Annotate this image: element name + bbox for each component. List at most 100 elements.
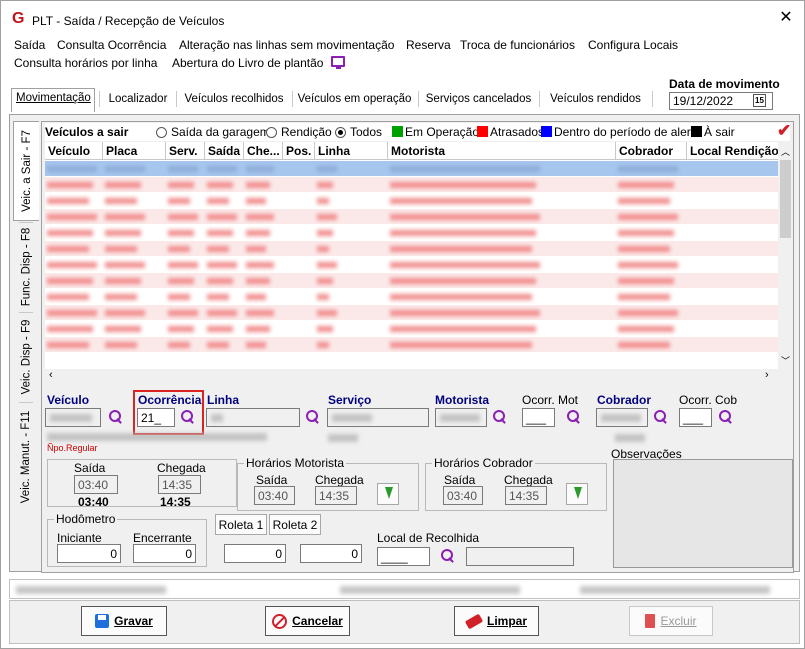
radio-saida-garagem[interactable] (156, 127, 167, 138)
vehicles-grid[interactable]: Veículo Placa Serv. Saída Che... Pos. Li… (45, 142, 778, 369)
col-placa[interactable]: Placa (103, 142, 166, 160)
col-saida[interactable]: Saída (205, 142, 244, 160)
vehicle-info-blurred (47, 433, 267, 441)
saida-field[interactable]: 03:40 (74, 475, 118, 494)
close-icon[interactable]: ✕ (773, 7, 799, 29)
ocorr-mot-search-icon[interactable] (567, 410, 581, 424)
scroll-thumb[interactable] (780, 160, 791, 238)
scroll-up-icon[interactable]: ︿ (781, 145, 790, 158)
scroll-right-icon[interactable]: › (765, 369, 769, 381)
tab-veiculos-rendidos[interactable]: Veículos rendidos (545, 90, 646, 105)
col-linha[interactable]: Linha (315, 142, 388, 160)
cobrador-search-icon[interactable] (654, 410, 668, 424)
table-row[interactable] (45, 321, 778, 336)
tab-servicos-cancelados[interactable]: Serviços cancelados (423, 90, 534, 105)
scroll-down-icon[interactable]: ﹀ (781, 354, 790, 367)
side-tab-veic-disp[interactable]: Veic. Disp - F9 (13, 313, 39, 401)
hm-download-icon[interactable] (377, 483, 399, 505)
col-veiculo[interactable]: Veículo (45, 142, 103, 160)
observacoes-field[interactable] (613, 459, 793, 568)
col-pos[interactable]: Pos. (283, 142, 315, 160)
servico-field[interactable] (327, 408, 429, 427)
legend-atrasados: Atrasados (490, 125, 545, 139)
menu-consulta-horarios[interactable]: Consulta horários por linha (14, 56, 157, 70)
roleta-1-tab[interactable]: Roleta 1 (215, 514, 267, 535)
radio-todos[interactable] (335, 127, 346, 138)
side-tab-veic-manut[interactable]: Veic. Manut. - F11 (13, 403, 39, 511)
menu-consulta-ocorrencia[interactable]: Consulta Ocorrência (57, 38, 166, 52)
table-row[interactable] (45, 289, 778, 304)
menu-alteracao-linhas[interactable]: Alteração nas linhas sem movimentação (179, 38, 394, 52)
monitor-icon[interactable] (331, 56, 345, 69)
col-serv[interactable]: Serv. (166, 142, 205, 160)
saida-bold: 03:40 (78, 495, 109, 509)
grid-vertical-scrollbar[interactable]: ︿ ﹀ (778, 142, 793, 369)
window-title: PLT - Saída / Recepção de Veículos (32, 14, 225, 28)
roleta-1-field[interactable]: 0 (224, 544, 286, 563)
side-tab-veic-sair[interactable]: Veic. a Sair - F7 (13, 121, 39, 221)
hc-saida-field[interactable]: 03:40 (443, 486, 483, 505)
motorista-field[interactable] (435, 408, 487, 427)
scroll-left-icon[interactable]: ‹ (49, 369, 53, 381)
legend-alerta: Dentro do período de alerta (554, 125, 701, 139)
side-tab-func-disp[interactable]: Func. Disp - F8 (13, 223, 39, 311)
menu-reserva[interactable]: Reserva (406, 38, 451, 52)
col-motorista[interactable]: Motorista (388, 142, 616, 160)
chegada-field[interactable]: 14:35 (158, 475, 201, 494)
linha-field[interactable] (206, 408, 300, 427)
limpar-button[interactable]: Limpar (454, 606, 539, 636)
iniciante-label: Iniciante (57, 531, 102, 545)
hc-download-icon[interactable] (566, 483, 588, 505)
table-row[interactable] (45, 257, 778, 272)
ocorr-mot-field[interactable]: ___ (522, 408, 555, 427)
veiculo-field[interactable] (45, 408, 101, 427)
veiculo-search-icon[interactable] (109, 410, 123, 424)
app-logo-icon: G (12, 10, 25, 27)
local-recolhida-field[interactable]: ____ (377, 547, 430, 566)
tab-movimentacao[interactable]: Movimentação (11, 88, 95, 112)
tab-veiculos-recolhidos[interactable]: Veículos recolhidos (181, 90, 287, 105)
table-row[interactable] (45, 337, 778, 352)
table-row[interactable] (45, 177, 778, 192)
menu-saida[interactable]: Saída (14, 38, 45, 52)
side-tabs: Veic. a Sair - F7 Func. Disp - F8 Veic. … (13, 121, 39, 511)
excluir-button[interactable]: Excluir (629, 606, 713, 636)
col-chegada[interactable]: Che... (244, 142, 283, 160)
grid-horizontal-scrollbar[interactable]: ‹ › (45, 369, 778, 384)
table-row[interactable] (45, 225, 778, 240)
hm-saida-field[interactable]: 03:40 (254, 486, 295, 505)
radio-rendicao[interactable] (266, 127, 277, 138)
saida-label: Saída (74, 461, 106, 475)
roleta-2-tab[interactable]: Roleta 2 (269, 514, 321, 535)
tab-veiculos-operacao[interactable]: Veículos em operação (297, 90, 412, 105)
ocorrencia-highlight (133, 390, 204, 435)
check-icon[interactable]: ✔ (777, 121, 791, 141)
menu-troca-funcionarios[interactable]: Troca de funcionários (460, 38, 575, 52)
horarios-cobrador-title: Horários Cobrador (432, 456, 535, 470)
table-row[interactable] (45, 241, 778, 256)
hm-chegada-field[interactable]: 14:35 (315, 486, 357, 505)
table-row[interactable] (45, 193, 778, 208)
table-row[interactable] (45, 305, 778, 320)
menu-abertura-livro[interactable]: Abertura do Livro de plantão (172, 56, 323, 70)
encerrante-label: Encerrante (133, 531, 192, 545)
col-local-rendicao[interactable]: Local Rendição (687, 142, 778, 160)
linha-search-icon[interactable] (306, 410, 320, 424)
ocorr-cob-field[interactable]: ___ (679, 408, 712, 427)
cancelar-button[interactable]: Cancelar (265, 606, 350, 636)
hc-chegada-field[interactable]: 14:35 (505, 486, 547, 505)
motorista-search-icon[interactable] (493, 410, 507, 424)
table-row[interactable] (45, 161, 778, 176)
cobrador-field[interactable] (596, 408, 648, 427)
menu-configura-locais[interactable]: Configura Locais (588, 38, 678, 52)
iniciante-field[interactable]: 0 (57, 544, 121, 563)
encerrante-field[interactable]: 0 (133, 544, 196, 563)
ocorr-cob-search-icon[interactable] (719, 410, 733, 424)
gravar-button[interactable]: Gravar (81, 606, 167, 636)
tab-localizador[interactable]: Localizador (105, 90, 171, 105)
roleta-2-field[interactable]: 0 (300, 544, 362, 563)
table-row[interactable] (45, 209, 778, 224)
col-cobrador[interactable]: Cobrador (616, 142, 687, 160)
table-row[interactable] (45, 273, 778, 288)
local-recolhida-search-icon[interactable] (441, 549, 455, 563)
